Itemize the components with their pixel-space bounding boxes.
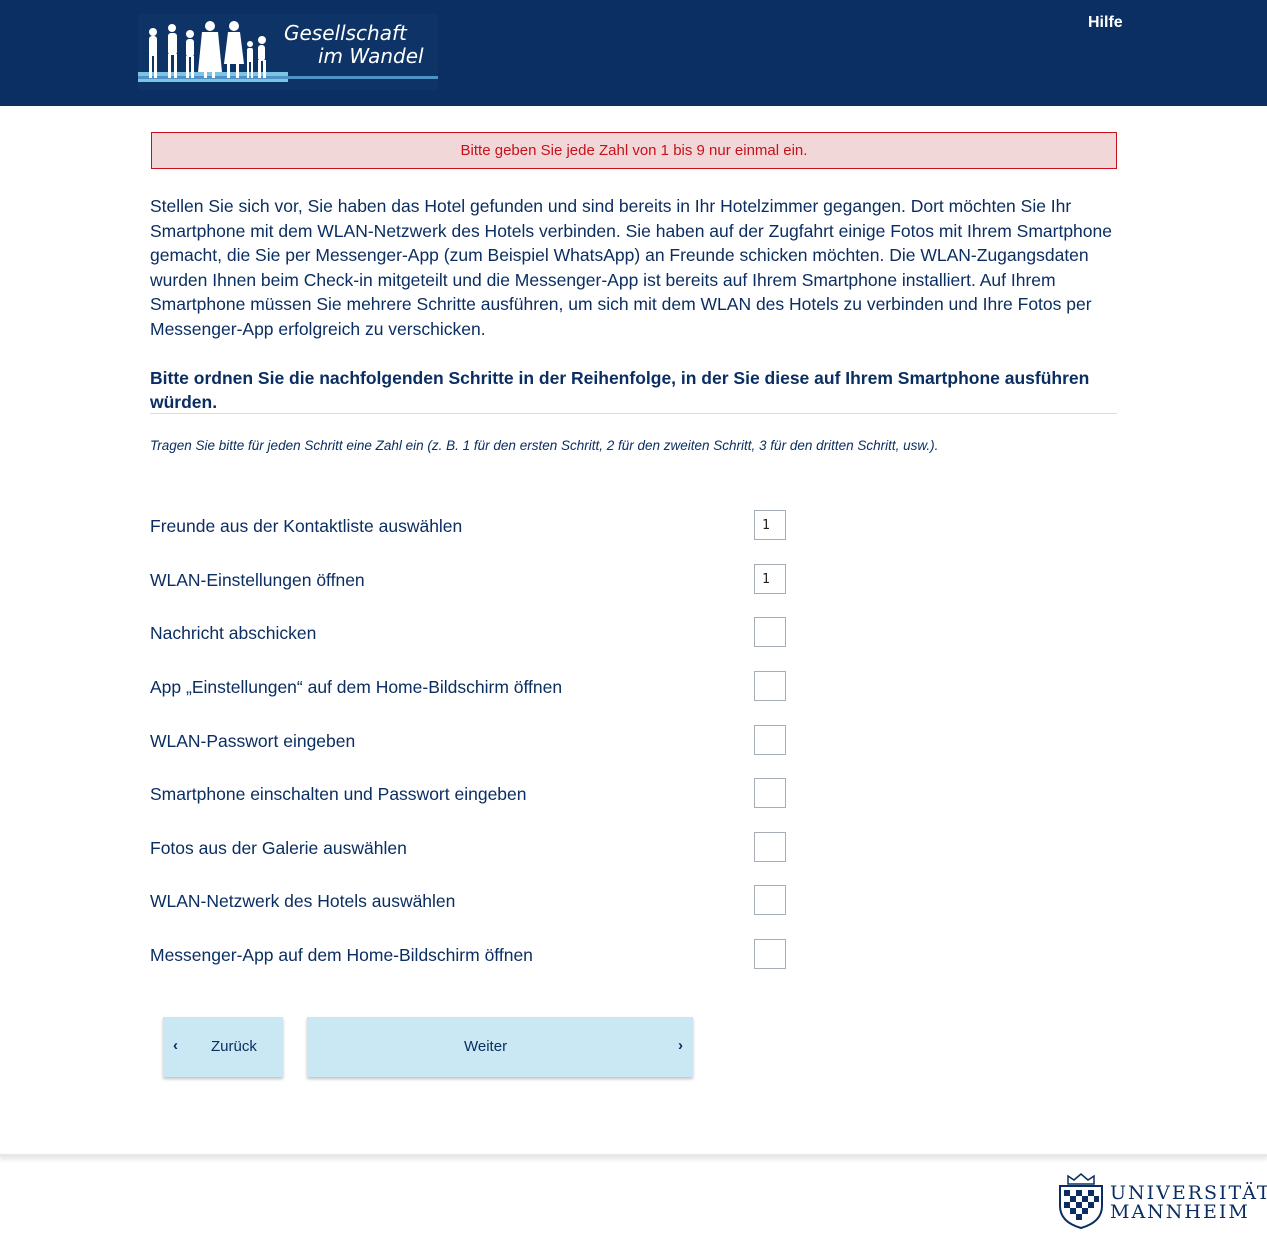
ranking-row: WLAN-Passwort eingeben [150, 725, 790, 759]
help-link[interactable]: Hilfe [1088, 14, 1123, 32]
logo-line-2: im Wandel [318, 44, 424, 68]
next-button-label: Weiter [464, 1038, 508, 1055]
divider [150, 413, 1117, 414]
university-line-2: MANNHEIM [1110, 1201, 1250, 1223]
step-rank-input[interactable] [754, 617, 786, 647]
error-message: Bitte geben Sie jede Zahl von 1 bis 9 nu… [151, 132, 1117, 169]
question-hint: Tragen Sie bitte für jeden Schritt eine … [150, 438, 939, 453]
logo-text: Gesellschaft im Wandel [284, 22, 424, 68]
header-bar: Gesellschaft im Wandel Hilfe [0, 0, 1267, 106]
step-label: WLAN-Netzwerk des Hotels auswählen [150, 891, 456, 911]
step-label: Nachricht abschicken [150, 623, 317, 643]
chevron-left-icon: ‹ [173, 1037, 178, 1054]
step-label: Freunde aus der Kontaktliste auswählen [150, 516, 463, 536]
logo-line-1: Gesellschaft [284, 21, 407, 45]
step-label: Smartphone einschalten und Passwort eing… [150, 784, 527, 804]
ranking-row: Smartphone einschalten und Passwort eing… [150, 778, 790, 812]
university-name: UNIVERSITÄT MANNHEIM [1110, 1184, 1267, 1222]
step-rank-input[interactable] [754, 885, 786, 915]
back-button[interactable]: ‹ Zurück [163, 1017, 283, 1077]
chevron-right-icon: › [678, 1037, 683, 1054]
step-label: WLAN-Einstellungen öffnen [150, 570, 365, 590]
ranking-row: Nachricht abschicken [150, 617, 790, 651]
step-rank-input[interactable] [754, 778, 786, 808]
step-label: App „Einstellungen“ auf dem Home-Bildsch… [150, 677, 563, 697]
question-instruction: Bitte ordnen Sie die nachfolgenden Schri… [150, 368, 1090, 412]
universitaet-mannheim-logo: UNIVERSITÄT MANNHEIM [1056, 1172, 1267, 1230]
step-rank-input[interactable] [754, 671, 786, 701]
ranking-row: WLAN-Einstellungen öffnen [150, 564, 790, 598]
ranking-row: WLAN-Netzwerk des Hotels auswählen [150, 885, 790, 919]
step-rank-input[interactable] [754, 564, 786, 594]
step-rank-input[interactable] [754, 725, 786, 755]
step-rank-input[interactable] [754, 510, 786, 540]
mannheim-crest-icon [1059, 1173, 1103, 1230]
step-label: Messenger-App auf dem Home-Bildschirm öf… [150, 945, 533, 965]
footer-divider [0, 1154, 1267, 1157]
ranking-row: App „Einstellungen“ auf dem Home-Bildsch… [150, 671, 790, 705]
step-rank-input[interactable] [754, 832, 786, 862]
step-label: Fotos aus der Galerie auswählen [150, 838, 407, 858]
ranking-row: Fotos aus der Galerie auswählen [150, 832, 790, 866]
step-label: WLAN-Passwort eingeben [150, 731, 356, 751]
ranking-row: Freunde aus der Kontaktliste auswählen [150, 510, 790, 544]
ranking-row: Messenger-App auf dem Home-Bildschirm öf… [150, 939, 790, 973]
question-intro: Stellen Sie sich vor, Sie haben das Hote… [150, 196, 1112, 339]
next-button[interactable]: Weiter › [307, 1017, 693, 1077]
step-rank-input[interactable] [754, 939, 786, 969]
back-button-label: Zurück [211, 1038, 257, 1055]
gesellschaft-im-wandel-logo: Gesellschaft im Wandel [138, 14, 438, 90]
